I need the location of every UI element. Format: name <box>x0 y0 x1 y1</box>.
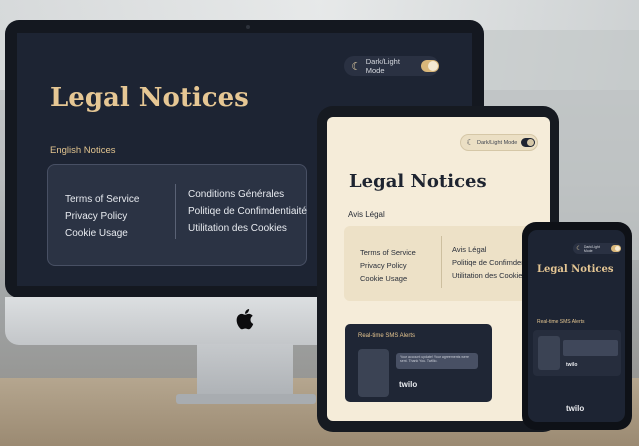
link-conditions-generales[interactable]: Conditions Générales <box>188 186 307 203</box>
section-heading: English Notices <box>50 145 116 156</box>
column-divider <box>441 236 442 288</box>
monitor-stand <box>197 344 293 396</box>
phone-section-heading: Real-time SMS Alerts <box>537 319 585 325</box>
link-terms-of-service[interactable]: Terms of Service <box>65 191 139 208</box>
theme-toggle[interactable]: ☾ Dark/Light Mode <box>344 56 439 76</box>
phone-twilio-logo: twilo <box>566 404 585 413</box>
link-privacy-policy[interactable]: Privacy Policy <box>65 208 139 225</box>
link-privacy-policy[interactable]: Privacy Policy <box>360 259 416 272</box>
tablet-section-heading: Avis Légal <box>348 210 385 219</box>
moon-icon: ☾ <box>351 60 362 73</box>
toggle-switch[interactable] <box>521 138 536 147</box>
apple-logo-icon <box>236 309 254 330</box>
camera-dot <box>246 25 250 29</box>
theme-toggle-label: Dark/Light Mode <box>477 139 518 146</box>
column-divider <box>175 184 176 239</box>
page-title: Legal Notices <box>50 83 249 113</box>
link-cookie-usage[interactable]: Cookie Usage <box>65 225 139 242</box>
link-utilisation-cookies[interactable]: Utilitation des Cookies <box>188 220 307 237</box>
phone-sms-bubble <box>563 340 618 356</box>
link-cookie-usage[interactable]: Cookie Usage <box>360 272 416 285</box>
twilio-logo: twilo <box>399 380 418 389</box>
tablet-english-links: Terms of Service Privacy Policy Cookie U… <box>360 246 416 285</box>
sms-message-bubble: Your account update! Your agreements wer… <box>396 353 478 369</box>
french-links-list: Conditions Générales Politiqe de Confimd… <box>188 186 307 237</box>
moon-icon: ☾ <box>466 138 474 147</box>
theme-toggle-label: Dark/Light Mode <box>583 244 600 253</box>
sms-phone-illustration <box>358 349 389 397</box>
phone-theme-toggle[interactable]: ☾ Dark/Light Mode <box>573 243 621 254</box>
toggle-switch[interactable] <box>420 60 439 72</box>
phone-sms-illustration <box>538 336 560 370</box>
english-links-list: Terms of Service Privacy Policy Cookie U… <box>65 191 139 242</box>
moon-icon: ☾ <box>576 246 582 252</box>
tablet-theme-toggle[interactable]: ☾ Dark/Light Mode <box>460 134 538 151</box>
theme-toggle-label: Dark/Light Mode <box>365 57 400 75</box>
phone-screen <box>528 230 625 422</box>
monitor-stand-foot <box>176 394 316 404</box>
tablet-page-title: Legal Notices <box>349 171 487 192</box>
phone-twilio-logo-small: twilo <box>566 362 578 368</box>
link-terms-of-service[interactable]: Terms of Service <box>360 246 416 259</box>
link-politique-confidentialite[interactable]: Politiqe de Confimdentiaité <box>188 203 307 220</box>
toggle-switch[interactable] <box>611 245 621 252</box>
phone-page-title: Legal Notices <box>537 264 614 275</box>
sms-card-title: Real-time SMS Alerts <box>358 333 416 339</box>
